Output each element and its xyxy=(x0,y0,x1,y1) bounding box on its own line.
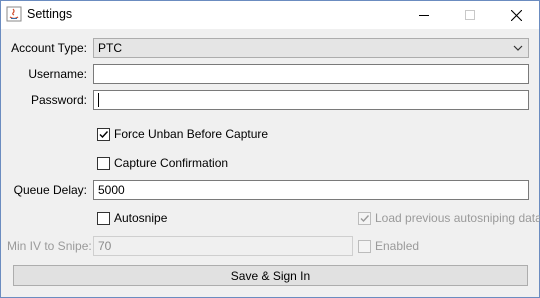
checkbox-checked-icon xyxy=(97,127,110,141)
password-field[interactable] xyxy=(93,90,529,110)
enabled-checkbox[interactable]: Enabled xyxy=(358,239,419,253)
checkbox-unchecked-icon xyxy=(97,211,110,225)
account-type-select[interactable]: PTC xyxy=(93,38,529,58)
min-iv-field[interactable]: 70 xyxy=(93,236,353,256)
save-sign-in-label: Save & Sign In xyxy=(230,268,311,283)
chevron-down-icon xyxy=(513,45,523,51)
force-unban-checkbox[interactable]: Force Unban Before Capture xyxy=(97,127,268,141)
force-unban-label: Force Unban Before Capture xyxy=(114,127,269,141)
account-type-value: PTC xyxy=(98,41,122,55)
minimize-icon xyxy=(419,15,429,16)
load-previous-label: Load previous autosniping data xyxy=(375,211,540,225)
account-type-label: Account Type: xyxy=(11,41,87,55)
text-cursor xyxy=(98,93,99,107)
username-label: Username: xyxy=(28,67,87,81)
queue-delay-field[interactable]: 5000 xyxy=(93,180,529,200)
autosnipe-label: Autosnipe xyxy=(114,211,168,225)
checkbox-unchecked-icon xyxy=(97,156,110,170)
checkbox-checked-icon xyxy=(358,211,371,225)
enabled-label: Enabled xyxy=(375,239,420,253)
load-previous-checkbox[interactable]: Load previous autosniping data xyxy=(358,211,540,225)
password-label: Password: xyxy=(30,93,87,107)
save-sign-in-button[interactable]: Save & Sign In xyxy=(13,265,528,286)
minimize-button[interactable] xyxy=(401,1,447,29)
capture-confirmation-label: Capture Confirmation xyxy=(114,156,229,170)
java-app-icon xyxy=(6,6,22,22)
title-bar[interactable]: Settings xyxy=(1,1,539,29)
autosnipe-checkbox[interactable]: Autosnipe xyxy=(97,211,167,225)
checkbox-unchecked-icon xyxy=(358,239,371,253)
close-icon xyxy=(510,9,522,21)
username-field[interactable] xyxy=(93,64,529,84)
settings-window: Settings Account Type: PTC Username: Pas… xyxy=(0,0,540,298)
min-iv-label: Min IV to Snipe: xyxy=(7,239,92,253)
capture-confirmation-checkbox[interactable]: Capture Confirmation xyxy=(97,156,228,170)
queue-delay-label: Queue Delay: xyxy=(13,183,87,197)
close-button[interactable] xyxy=(493,1,539,29)
maximize-icon xyxy=(465,10,475,20)
maximize-button[interactable] xyxy=(447,1,493,29)
window-title: Settings xyxy=(27,7,73,21)
